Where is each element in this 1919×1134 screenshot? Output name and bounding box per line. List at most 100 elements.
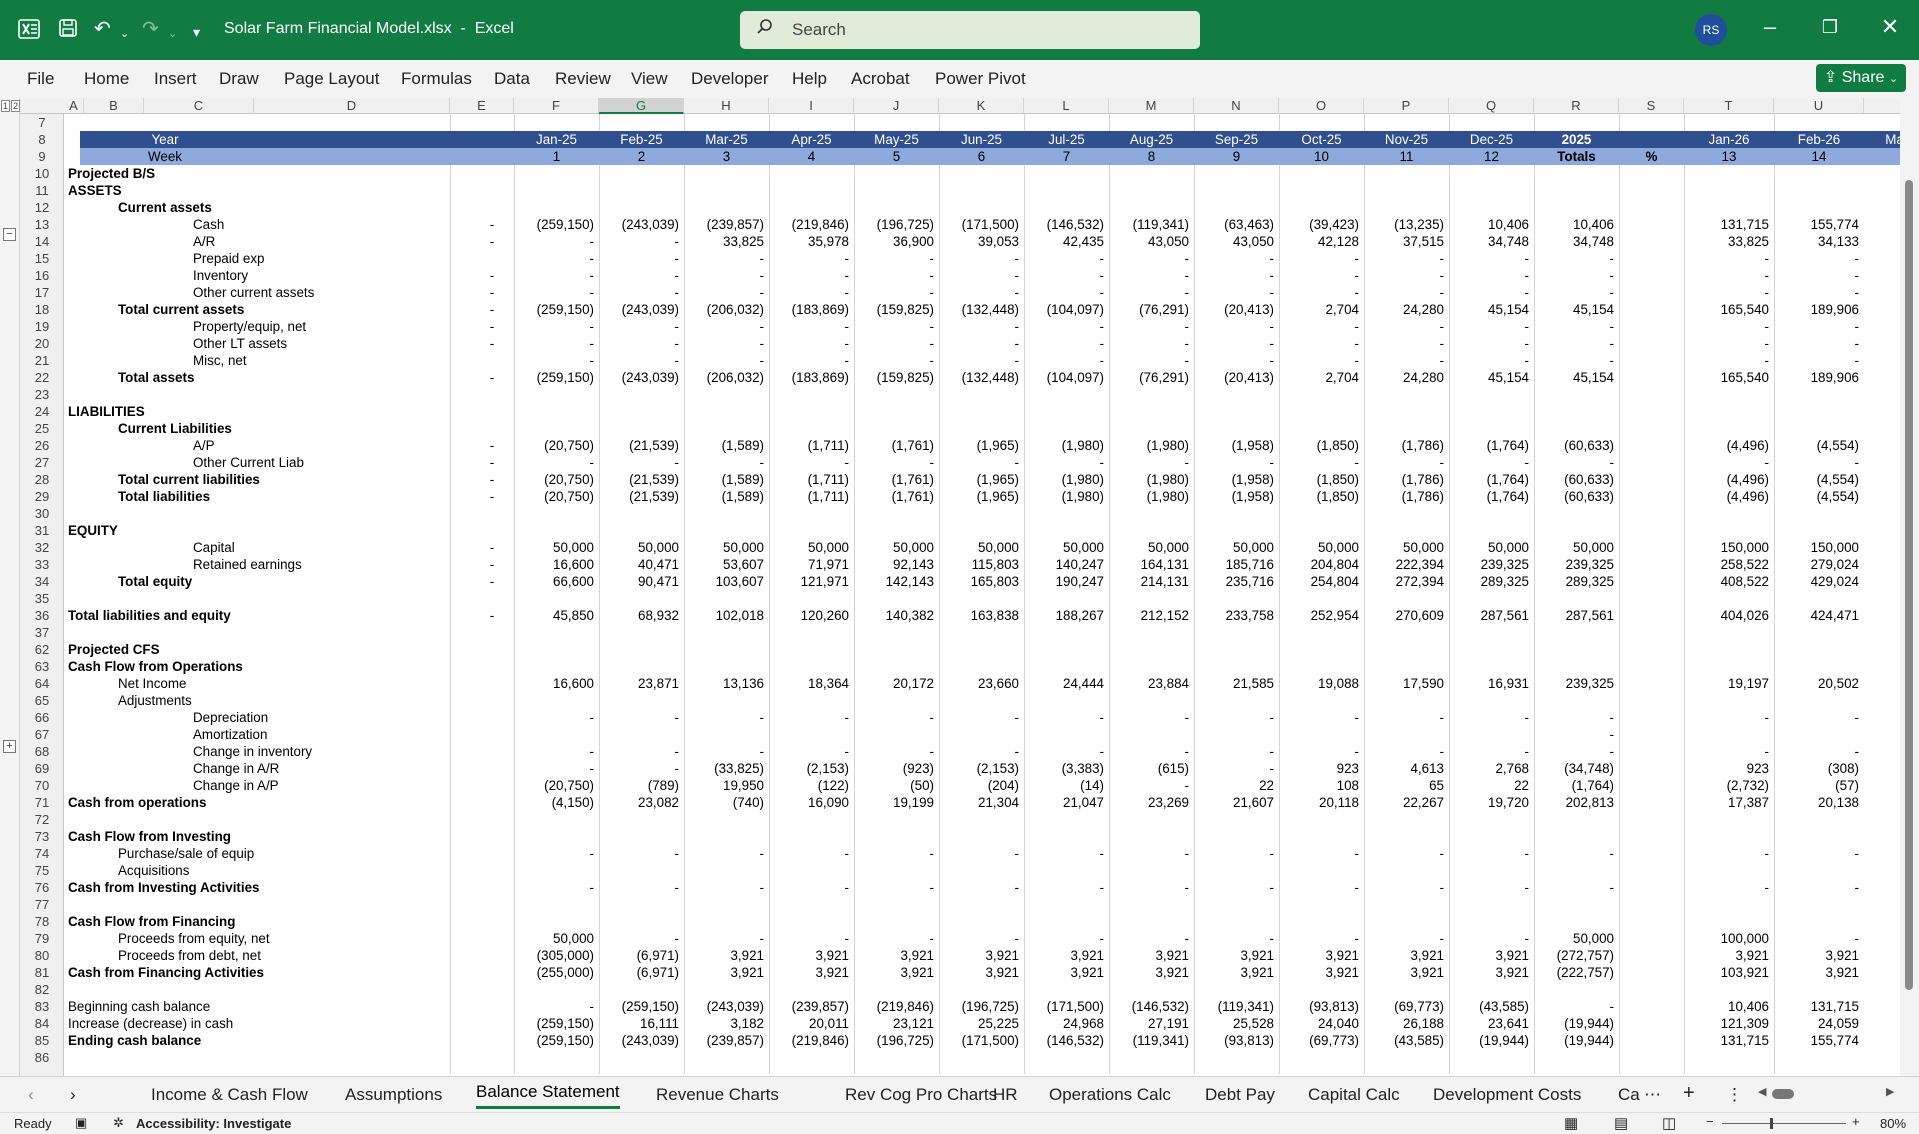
- avatar[interactable]: RS: [1695, 14, 1727, 46]
- cell-o22[interactable]: 2,704: [1279, 369, 1364, 386]
- row-header-74[interactable]: 74: [20, 845, 64, 862]
- cell-i15[interactable]: -: [769, 250, 854, 267]
- cell-t29[interactable]: (4,496): [1684, 488, 1774, 505]
- cell-g66[interactable]: -: [599, 709, 684, 726]
- row-label[interactable]: A/P: [193, 437, 493, 454]
- cell-u66[interactable]: -: [1774, 709, 1864, 726]
- cell-l68[interactable]: -: [1024, 743, 1109, 760]
- sheet-options-icon[interactable]: ⋮: [1726, 1085, 1743, 1105]
- scroll-right-icon[interactable]: ▶: [1886, 1085, 1894, 1098]
- cell-m22[interactable]: (76,291): [1109, 369, 1194, 386]
- cell-q79[interactable]: -: [1449, 930, 1534, 947]
- cell-f64[interactable]: 16,600: [514, 675, 599, 692]
- row-label[interactable]: Cash Flow from Investing: [68, 828, 368, 845]
- cell-i22[interactable]: (183,869): [769, 369, 854, 386]
- cell-n20[interactable]: -: [1194, 335, 1279, 352]
- row-header-13[interactable]: 13: [20, 216, 64, 233]
- cell-u76[interactable]: -: [1774, 879, 1864, 896]
- cell-l20[interactable]: -: [1024, 335, 1109, 352]
- cell-h27[interactable]: -: [684, 454, 769, 471]
- cell-p22[interactable]: 24,280: [1364, 369, 1449, 386]
- cell-f27[interactable]: -: [514, 454, 599, 471]
- row-header-83[interactable]: 83: [20, 998, 64, 1015]
- cell-h84[interactable]: 3,182: [684, 1015, 769, 1032]
- column-header-l[interactable]: L: [1024, 98, 1109, 114]
- cell-t36[interactable]: 404,026: [1684, 607, 1774, 624]
- column-header-e[interactable]: E: [450, 98, 514, 114]
- cell-i83[interactable]: (239,857): [769, 998, 854, 1015]
- cell-o26[interactable]: (1,850): [1279, 437, 1364, 454]
- cell-j13[interactable]: (196,725): [854, 216, 939, 233]
- column-header-k[interactable]: K: [939, 98, 1024, 114]
- cell-g22[interactable]: (243,039): [599, 369, 684, 386]
- zoom-in-icon[interactable]: +: [1852, 1114, 1860, 1129]
- cell-l84[interactable]: 24,968: [1024, 1015, 1109, 1032]
- row-label[interactable]: Proceeds from debt, net: [118, 947, 418, 964]
- cell-p17[interactable]: -: [1364, 284, 1449, 301]
- cell-j33[interactable]: 92,143: [854, 556, 939, 573]
- cell-r22[interactable]: 45,154: [1534, 369, 1619, 386]
- cell-i68[interactable]: -: [769, 743, 854, 760]
- cell-n14[interactable]: 43,050: [1194, 233, 1279, 250]
- cell-m68[interactable]: -: [1109, 743, 1194, 760]
- cell-n83[interactable]: (119,341): [1194, 998, 1279, 1015]
- cell-f84[interactable]: (259,150): [514, 1015, 599, 1032]
- cell-p81[interactable]: 3,921: [1364, 964, 1449, 981]
- cell-i84[interactable]: 20,011: [769, 1015, 854, 1032]
- cell-q36[interactable]: 287,561: [1449, 607, 1534, 624]
- cell-j71[interactable]: 19,199: [854, 794, 939, 811]
- row-label[interactable]: Ending cash balance: [68, 1032, 368, 1049]
- cell-o21[interactable]: -: [1279, 352, 1364, 369]
- cell-n16[interactable]: -: [1194, 267, 1279, 284]
- row-header-63[interactable]: 63: [20, 658, 64, 675]
- cell-o81[interactable]: 3,921: [1279, 964, 1364, 981]
- row-header-31[interactable]: 31: [20, 522, 64, 539]
- cell-g84[interactable]: 16,111: [599, 1015, 684, 1032]
- cell-f32[interactable]: 50,000: [514, 539, 599, 556]
- cell-n13[interactable]: (63,463): [1194, 216, 1279, 233]
- cell-t17[interactable]: -: [1684, 284, 1774, 301]
- cell-o80[interactable]: 3,921: [1279, 947, 1364, 964]
- row-label[interactable]: Current Liabilities: [118, 420, 418, 437]
- cell-m19[interactable]: -: [1109, 318, 1194, 335]
- add-sheet-icon[interactable]: +: [1683, 1082, 1695, 1105]
- cell-l18[interactable]: (104,097): [1024, 301, 1109, 318]
- cell-u21[interactable]: -: [1774, 352, 1864, 369]
- row-label[interactable]: Amortization: [193, 726, 493, 743]
- column-header-h[interactable]: H: [684, 98, 769, 114]
- cell-r79[interactable]: 50,000: [1534, 930, 1619, 947]
- cell-q29[interactable]: (1,764): [1449, 488, 1534, 505]
- column-header-g[interactable]: G: [599, 98, 684, 114]
- cell-m36[interactable]: 212,152: [1109, 607, 1194, 624]
- row-label[interactable]: Purchase/sale of equip: [118, 845, 418, 862]
- cell-r32[interactable]: 50,000: [1534, 539, 1619, 556]
- row-header-82[interactable]: 82: [20, 981, 64, 998]
- cell-g32[interactable]: 50,000: [599, 539, 684, 556]
- row-header-28[interactable]: 28: [20, 471, 64, 488]
- cell-l21[interactable]: -: [1024, 352, 1109, 369]
- cell-g17[interactable]: -: [599, 284, 684, 301]
- cell-h21[interactable]: -: [684, 352, 769, 369]
- cell-p34[interactable]: 272,394: [1364, 573, 1449, 590]
- cell-n79[interactable]: -: [1194, 930, 1279, 947]
- cell-h68[interactable]: -: [684, 743, 769, 760]
- cell-q71[interactable]: 19,720: [1449, 794, 1534, 811]
- cell-p80[interactable]: 3,921: [1364, 947, 1449, 964]
- cell-n66[interactable]: -: [1194, 709, 1279, 726]
- cell-g28[interactable]: (21,539): [599, 471, 684, 488]
- cell-o19[interactable]: -: [1279, 318, 1364, 335]
- cell-i79[interactable]: -: [769, 930, 854, 947]
- cell-m76[interactable]: -: [1109, 879, 1194, 896]
- cell-f80[interactable]: (305,000): [514, 947, 599, 964]
- cell-n71[interactable]: 21,607: [1194, 794, 1279, 811]
- cell-k36[interactable]: 163,838: [939, 607, 1024, 624]
- cell-l26[interactable]: (1,980): [1024, 437, 1109, 454]
- cell-n15[interactable]: -: [1194, 250, 1279, 267]
- column-header-d[interactable]: D: [254, 98, 450, 114]
- cell-f26[interactable]: (20,750): [514, 437, 599, 454]
- cell-t19[interactable]: -: [1684, 318, 1774, 335]
- menu-view[interactable]: View: [631, 69, 668, 89]
- row-label[interactable]: Net Income: [118, 675, 418, 692]
- cell-f21[interactable]: -: [514, 352, 599, 369]
- cell-l33[interactable]: 140,247: [1024, 556, 1109, 573]
